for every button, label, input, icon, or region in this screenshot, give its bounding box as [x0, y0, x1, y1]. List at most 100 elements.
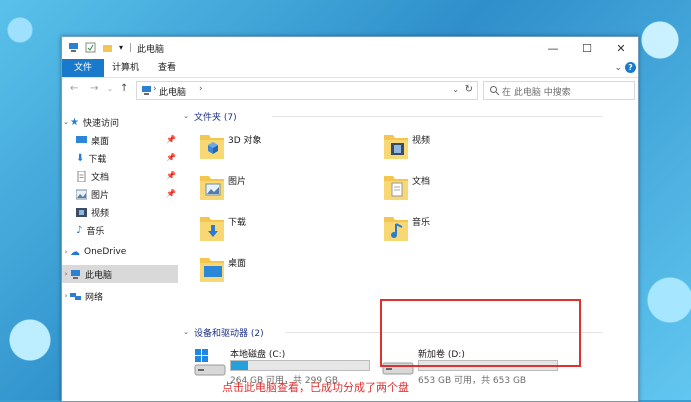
sidebar-item-label: OneDrive [84, 247, 127, 257]
sidebar-item-label: 图片 [91, 190, 110, 201]
pin-icon: 📌 [166, 189, 176, 198]
window-title: 此电脑 [137, 45, 165, 55]
expand-ribbon-icon[interactable]: ⌄ [614, 59, 622, 77]
folder-item-music[interactable]: 音乐 [382, 211, 542, 247]
tab-computer[interactable]: 计算机 [102, 59, 149, 77]
sidebar-item-label: 桌面 [91, 136, 110, 147]
this-pc-icon [69, 43, 78, 52]
folder-name: 视频 [412, 136, 431, 146]
quick-access-toolbar: ▾ | [68, 42, 132, 53]
sidebar-item-label: 快速访问 [82, 118, 119, 129]
folder-item-3d-objects[interactable]: 3D 对象 [198, 129, 358, 165]
expand-chevron-icon[interactable]: › [62, 270, 70, 278]
divider [272, 116, 602, 117]
navigation-bar: ← → ⌄ ↑ › 此电脑 › ⌄ ↻ 在 此电脑 中搜索 [62, 77, 638, 103]
desktop-folder-icon [200, 258, 224, 282]
folder-item-pictures[interactable]: 图片 [198, 170, 358, 206]
new-folder-icon[interactable] [102, 42, 113, 53]
music-icon: ♪ [76, 224, 83, 236]
group-header-drives[interactable]: ⌄ 设备和驱动器 (2) [182, 325, 602, 339]
music-folder-icon [384, 217, 408, 241]
tab-file[interactable]: 文件 [62, 59, 104, 77]
tab-view[interactable]: 查看 [148, 59, 186, 77]
pin-icon: 📌 [166, 153, 176, 162]
back-arrow-icon[interactable]: ← [70, 83, 78, 94]
sidebar-item-label: 文档 [91, 172, 110, 183]
this-pc-icon [142, 86, 151, 95]
sidebar-item-downloads[interactable]: ⬇ 下载 📌 [62, 149, 178, 167]
breadcrumb[interactable]: 此电脑 [159, 85, 186, 98]
download-icon: ⬇ [76, 152, 85, 164]
drive-space-info: 653 GB 可用，共 653 GB [418, 376, 527, 386]
breadcrumb-separator-icon: › [199, 84, 203, 94]
window-controls: — ☐ ✕ [536, 37, 638, 59]
help-icon[interactable]: ? [625, 62, 636, 73]
title-separator: | [129, 42, 133, 53]
address-dropdown-icon[interactable]: ⌄ [452, 85, 459, 94]
folder-item-documents[interactable]: 文档 [382, 170, 542, 206]
expand-chevron-icon[interactable]: › [62, 248, 70, 256]
pictures-folder-icon [200, 176, 224, 200]
search-box[interactable]: 在 此电脑 中搜索 [483, 81, 635, 100]
folder-name: 音乐 [412, 218, 431, 228]
drive-usage-bar [230, 360, 370, 371]
sidebar-item-desktop[interactable]: 桌面 📌 [62, 131, 178, 149]
sidebar-item-label: 下载 [88, 154, 107, 165]
folder-item-desktop[interactable]: 桌面 [198, 252, 358, 288]
folder-item-videos[interactable]: 视频 [382, 129, 542, 165]
pin-icon: 📌 [166, 135, 176, 144]
videos-folder-icon [384, 135, 408, 159]
properties-icon[interactable] [85, 42, 96, 53]
sidebar-item-network[interactable]: › 网络 [62, 287, 178, 305]
desktop-icon [76, 135, 87, 143]
sidebar-item-quick-access[interactable]: ⌄ ★ 快速访问 [62, 113, 178, 131]
expand-chevron-icon[interactable]: ⌄ [62, 118, 70, 126]
picture-icon [76, 189, 87, 199]
sidebar-item-this-pc[interactable]: › 此电脑 [62, 265, 178, 283]
star-icon: ★ [70, 116, 79, 128]
sidebar-item-music[interactable]: ♪ 音乐 [62, 221, 178, 239]
ribbon-tabs: 文件 计算机 查看 ⌄ ? [62, 59, 638, 78]
downloads-folder-icon [200, 217, 224, 241]
3d-objects-folder-icon [200, 135, 224, 159]
collapse-chevron-icon[interactable]: ⌄ [182, 112, 190, 120]
breadcrumb-separator-icon: › [153, 84, 157, 94]
document-icon [77, 170, 86, 182]
address-bar[interactable]: › 此电脑 › ⌄ ↻ [136, 81, 478, 100]
windows-drive-icon [194, 349, 226, 376]
sidebar-item-label: 此电脑 [85, 270, 113, 281]
sidebar-item-pictures[interactable]: 图片 📌 [62, 185, 178, 203]
video-icon [76, 207, 87, 217]
sidebar-item-onedrive[interactable]: › ☁ OneDrive [62, 243, 178, 261]
drive-usage-fill [231, 361, 248, 370]
refresh-icon[interactable]: ↻ [465, 84, 473, 95]
folder-name: 图片 [228, 177, 247, 187]
highlight-box [380, 299, 581, 367]
sidebar-item-label: 网络 [85, 292, 104, 303]
close-button[interactable]: ✕ [604, 37, 638, 59]
customize-toolbar-icon[interactable]: ▾ [119, 43, 123, 52]
collapse-chevron-icon[interactable]: ⌄ [182, 328, 190, 336]
up-arrow-icon[interactable]: ↑ [120, 83, 128, 94]
group-header-label: 文件夹 (7) [194, 112, 237, 123]
sidebar-item-documents[interactable]: 文档 📌 [62, 167, 178, 185]
minimize-button[interactable]: — [536, 37, 570, 59]
documents-folder-icon [384, 176, 408, 200]
folder-item-downloads[interactable]: 下载 [198, 211, 358, 247]
drive-name: 本地磁盘 (C:) [230, 350, 286, 360]
sidebar-item-label: 音乐 [86, 226, 105, 237]
cloud-icon: ☁ [70, 246, 80, 258]
network-icon [70, 292, 81, 300]
group-header-folders[interactable]: ⌄ 文件夹 (7) [182, 109, 602, 123]
expand-chevron-icon[interactable]: › [62, 292, 70, 300]
folder-name: 桌面 [228, 259, 247, 269]
folder-name: 文档 [412, 177, 431, 187]
folder-name: 下载 [228, 218, 247, 228]
title-bar: ▾ | 此电脑 — ☐ ✕ [62, 37, 638, 59]
forward-arrow-icon[interactable]: → [90, 83, 98, 94]
folder-name: 3D 对象 [228, 136, 262, 146]
recent-locations-chevron-icon[interactable]: ⌄ [107, 85, 113, 93]
maximize-button[interactable]: ☐ [570, 37, 604, 59]
navigation-pane: ⌄ ★ 快速访问 桌面 📌 ⬇ 下载 📌 文档 📌 图片 📌 视频 ♪ 音乐 ›… [62, 107, 178, 401]
sidebar-item-videos[interactable]: 视频 [62, 203, 178, 221]
